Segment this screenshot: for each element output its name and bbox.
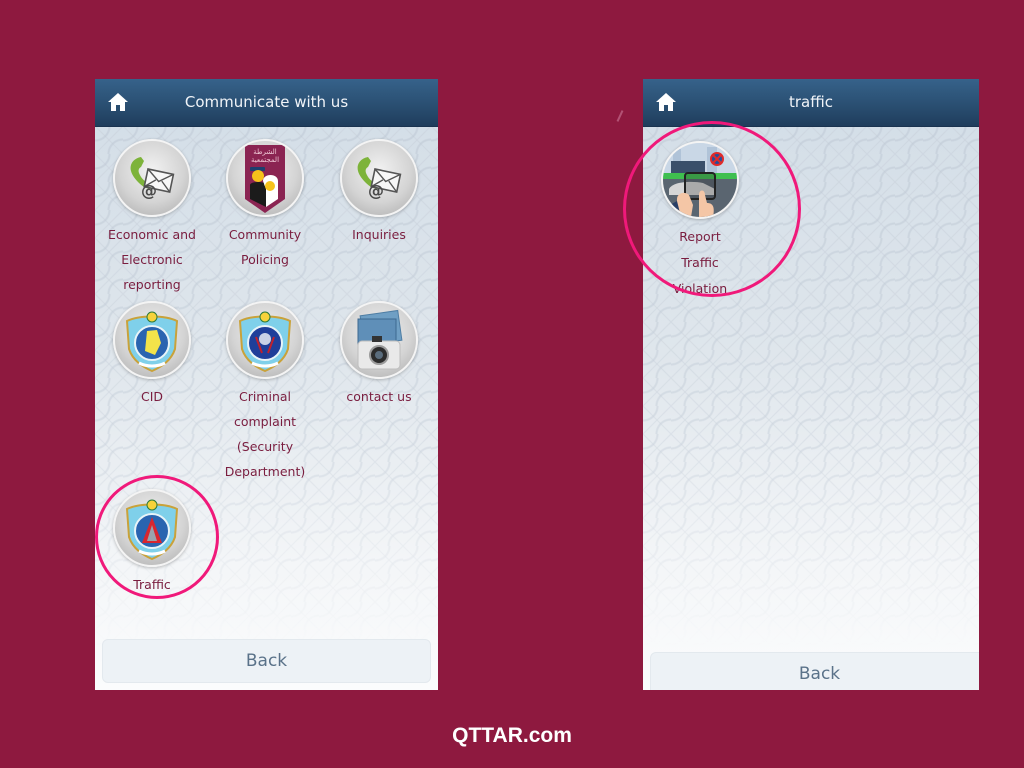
svg-text:@: @ bbox=[368, 181, 384, 200]
screen-header: traffic bbox=[643, 79, 979, 127]
svg-text:@: @ bbox=[141, 181, 157, 200]
community-policing-badge-icon: الشرطة المجتمعية bbox=[226, 139, 304, 217]
camera-photos-icon bbox=[340, 301, 418, 379]
menu-item-cid[interactable]: CID bbox=[97, 301, 207, 409]
menu-item-label: Report Traffic Violation bbox=[672, 229, 728, 296]
menu-item-label: Inquiries bbox=[352, 227, 406, 242]
menu-item-traffic[interactable]: Traffic bbox=[97, 489, 207, 597]
svg-text:المجتمعية: المجتمعية bbox=[251, 156, 279, 164]
screen-header: Communicate with us bbox=[95, 79, 438, 127]
menu-item-label: Economic and Electronic reporting bbox=[107, 227, 196, 292]
ministry-emblem-traffic-icon bbox=[113, 489, 191, 567]
menu-item-label: contact us bbox=[346, 389, 412, 404]
menu-item-label: CID bbox=[140, 389, 164, 404]
menu-item-economic-electronic-reporting[interactable]: @ Economic and Electronic reporting bbox=[97, 139, 207, 297]
menu-item-community-policing[interactable]: الشرطة المجتمعية Community Policing bbox=[210, 139, 320, 272]
menu-item-label: Traffic bbox=[133, 577, 171, 592]
back-button[interactable]: Back bbox=[650, 652, 979, 690]
menu-item-inquiries[interactable]: @ Inquiries bbox=[324, 139, 434, 247]
report-violation-phone-icon bbox=[661, 141, 739, 219]
menu-item-report-traffic-violation[interactable]: Report Traffic Violation bbox=[645, 141, 755, 302]
menu-item-label: Community Policing bbox=[228, 227, 302, 267]
ministry-emblem-security-icon bbox=[226, 301, 304, 379]
menu-item-contact-us[interactable]: contact us bbox=[324, 301, 434, 409]
phone-mail-icon: @ bbox=[340, 139, 418, 217]
screen-title: Communicate with us bbox=[184, 93, 349, 111]
ministry-emblem-cid-icon bbox=[113, 301, 191, 379]
menu-item-label: Criminal complaint (Security Department) bbox=[224, 389, 306, 479]
watermark-text: QTTAR.com bbox=[452, 724, 572, 747]
back-button[interactable]: Back bbox=[102, 639, 431, 683]
menu-item-criminal-complaint[interactable]: Criminal complaint (Security Department) bbox=[210, 301, 320, 484]
screen-title: traffic bbox=[789, 93, 833, 111]
traffic-screen: traffic Report Traffic Violation Back bbox=[643, 79, 979, 690]
communicate-screen: Communicate with us @ Economic and Elect… bbox=[95, 79, 438, 690]
svg-text:الشرطة: الشرطة bbox=[253, 148, 277, 156]
stray-mark bbox=[616, 110, 624, 122]
phone-mail-icon: @ bbox=[113, 139, 191, 217]
